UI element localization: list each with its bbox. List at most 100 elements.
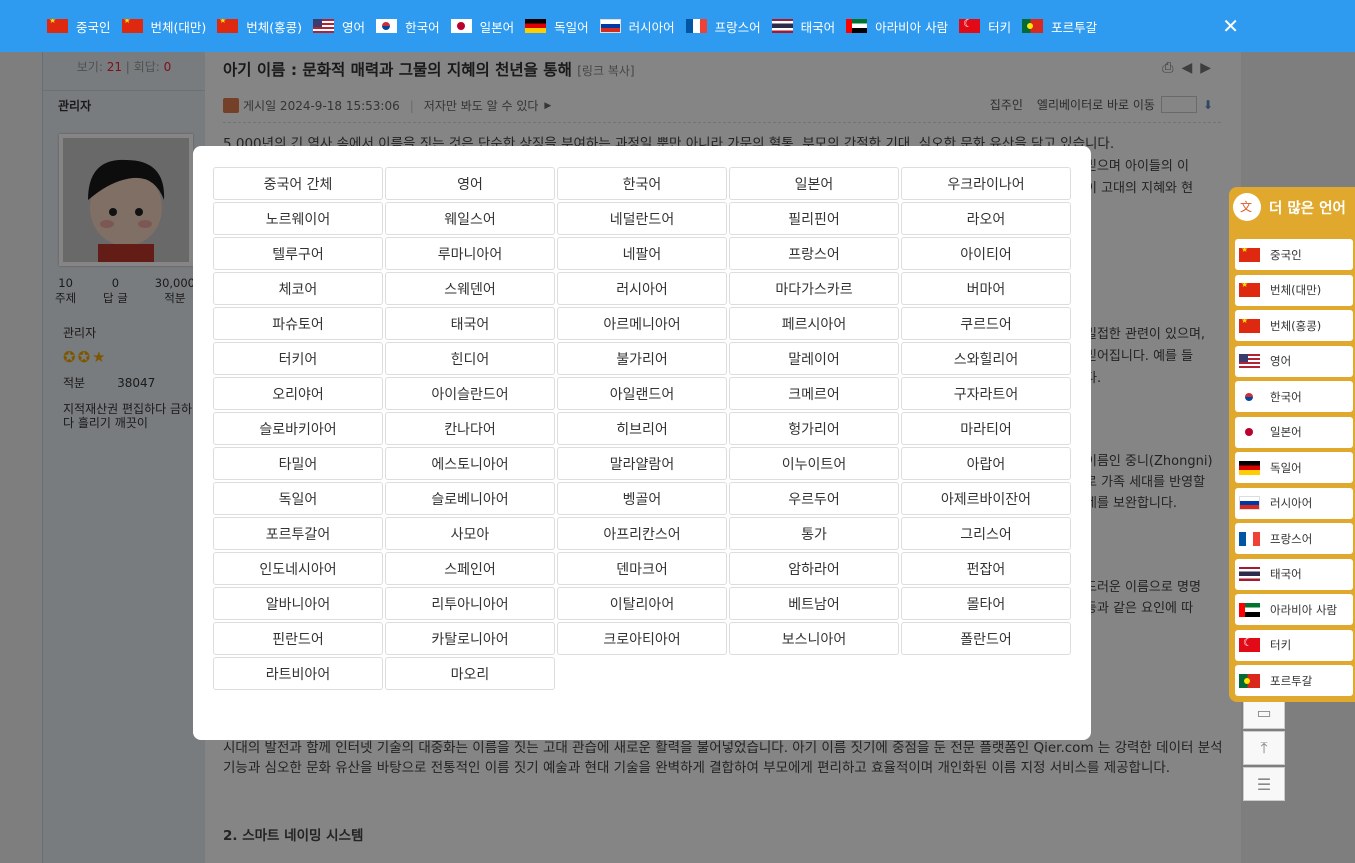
language-option-button[interactable]: 인도네시아어 bbox=[213, 552, 383, 585]
language-option-button[interactable]: 노르웨이어 bbox=[213, 202, 383, 235]
language-option-button[interactable]: 터키어 bbox=[213, 342, 383, 375]
topbar-language-item[interactable]: 번체(대만) bbox=[121, 17, 206, 36]
topbar-language-item[interactable]: 일본어 bbox=[450, 17, 514, 36]
language-option-button[interactable]: 통가 bbox=[729, 517, 899, 550]
language-option-button[interactable]: 스웨덴어 bbox=[385, 272, 555, 305]
language-option-button[interactable]: 파슈토어 bbox=[213, 307, 383, 340]
language-option-button[interactable]: 아르메니아어 bbox=[557, 307, 727, 340]
language-option-button[interactable]: 덴마크어 bbox=[557, 552, 727, 585]
language-option-button[interactable]: 스와힐리어 bbox=[901, 342, 1071, 375]
back-to-top-icon[interactable]: ⤒ bbox=[1243, 731, 1285, 765]
language-option-button[interactable]: 에스토니아어 bbox=[385, 447, 555, 480]
side-language-item[interactable]: 영어 bbox=[1235, 345, 1353, 377]
side-language-item[interactable]: 터키 bbox=[1235, 629, 1353, 661]
language-option-button[interactable]: 태국어 bbox=[385, 307, 555, 340]
language-option-button[interactable]: 폴란드어 bbox=[901, 622, 1071, 655]
language-option-button[interactable]: 아일랜드어 bbox=[557, 377, 727, 410]
language-option-button[interactable]: 버마어 bbox=[901, 272, 1071, 305]
language-option-button[interactable]: 말레이어 bbox=[729, 342, 899, 375]
side-language-item[interactable]: 프랑스어 bbox=[1235, 523, 1353, 554]
language-option-button[interactable]: 영어 bbox=[385, 167, 555, 200]
language-option-button[interactable]: 히브리어 bbox=[557, 412, 727, 445]
language-option-button[interactable]: 칸나다어 bbox=[385, 412, 555, 445]
language-option-button[interactable]: 필리핀어 bbox=[729, 202, 899, 235]
side-language-item[interactable]: 중국인 bbox=[1235, 239, 1353, 270]
list-icon[interactable]: ☰ bbox=[1243, 767, 1285, 801]
side-language-item[interactable]: 한국어 bbox=[1235, 381, 1353, 412]
language-option-button[interactable]: 라오어 bbox=[901, 202, 1071, 235]
more-languages-header[interactable]: 더 많은 언어 bbox=[1229, 187, 1355, 227]
language-option-button[interactable]: 아랍어 bbox=[901, 447, 1071, 480]
language-option-button[interactable]: 페르시아어 bbox=[729, 307, 899, 340]
language-option-button[interactable]: 러시아어 bbox=[557, 272, 727, 305]
language-option-button[interactable]: 알바니아어 bbox=[213, 587, 383, 620]
close-language-bar-button[interactable]: ✕ bbox=[1222, 14, 1239, 38]
topbar-language-item[interactable]: 러시아어 bbox=[599, 17, 675, 36]
language-option-button[interactable]: 루마니아어 bbox=[385, 237, 555, 270]
topbar-language-item[interactable]: 포르투갈 bbox=[1022, 17, 1097, 36]
language-option-button[interactable]: 텔루구어 bbox=[213, 237, 383, 270]
topbar-language-item[interactable]: 한국어 bbox=[376, 17, 440, 36]
language-option-button[interactable]: 프랑스어 bbox=[729, 237, 899, 270]
topbar-language-item[interactable]: 태국어 bbox=[771, 17, 835, 36]
language-option-button[interactable]: 네팔어 bbox=[557, 237, 727, 270]
language-option-button[interactable]: 펀잡어 bbox=[901, 552, 1071, 585]
language-option-button[interactable]: 독일어 bbox=[213, 482, 383, 515]
language-option-button[interactable]: 구자라트어 bbox=[901, 377, 1071, 410]
language-option-button[interactable]: 크로아티아어 bbox=[557, 622, 727, 655]
language-option-button[interactable]: 사모아 bbox=[385, 517, 555, 550]
side-language-item[interactable]: 포르투갈 bbox=[1235, 665, 1353, 696]
language-option-button[interactable]: 베트남어 bbox=[729, 587, 899, 620]
topbar-language-item[interactable]: 프랑스어 bbox=[685, 17, 761, 36]
language-option-button[interactable]: 우르두어 bbox=[729, 482, 899, 515]
side-language-item[interactable]: 독일어 bbox=[1235, 452, 1353, 483]
side-language-item[interactable]: 태국어 bbox=[1235, 558, 1353, 590]
language-option-button[interactable]: 웨일스어 bbox=[385, 202, 555, 235]
language-option-button[interactable]: 네덜란드어 bbox=[557, 202, 727, 235]
language-option-button[interactable]: 헝가리어 bbox=[729, 412, 899, 445]
language-option-button[interactable]: 이누이트어 bbox=[729, 447, 899, 480]
language-option-button[interactable]: 슬로베니아어 bbox=[385, 482, 555, 515]
language-option-button[interactable]: 한국어 bbox=[557, 167, 727, 200]
language-option-button[interactable]: 포르투갈어 bbox=[213, 517, 383, 550]
side-language-item[interactable]: 번체(홍콩) bbox=[1235, 310, 1353, 341]
language-option-button[interactable]: 마라티어 bbox=[901, 412, 1071, 445]
language-option-button[interactable]: 스페인어 bbox=[385, 552, 555, 585]
side-language-item[interactable]: 아라비아 사람 bbox=[1235, 594, 1353, 625]
language-option-button[interactable]: 핀란드어 bbox=[213, 622, 383, 655]
language-option-button[interactable]: 아제르바이잔어 bbox=[901, 482, 1071, 515]
language-option-button[interactable]: 말라얄람어 bbox=[557, 447, 727, 480]
language-option-button[interactable]: 벵골어 bbox=[557, 482, 727, 515]
language-option-button[interactable]: 타밀어 bbox=[213, 447, 383, 480]
topbar-language-item[interactable]: 중국인 bbox=[47, 17, 111, 36]
language-option-button[interactable]: 슬로바키아어 bbox=[213, 412, 383, 445]
language-option-button[interactable]: 암하라어 bbox=[729, 552, 899, 585]
side-language-item[interactable]: 러시아어 bbox=[1235, 487, 1353, 519]
side-language-item[interactable]: 일본어 bbox=[1235, 416, 1353, 448]
language-option-button[interactable]: 아이티어 bbox=[901, 237, 1071, 270]
side-language-item[interactable]: 번체(대만) bbox=[1235, 274, 1353, 306]
language-option-button[interactable]: 힌디어 bbox=[385, 342, 555, 375]
language-option-button[interactable]: 중국어 간체 bbox=[213, 167, 383, 200]
language-option-button[interactable]: 이탈리아어 bbox=[557, 587, 727, 620]
language-option-button[interactable]: 마오리 bbox=[385, 657, 555, 690]
topbar-language-item[interactable]: 터키 bbox=[959, 17, 1011, 36]
language-option-button[interactable]: 리투아니아어 bbox=[385, 587, 555, 620]
language-option-button[interactable]: 보스니아어 bbox=[729, 622, 899, 655]
language-option-button[interactable]: 아프리칸스어 bbox=[557, 517, 727, 550]
topbar-language-item[interactable]: 독일어 bbox=[525, 17, 589, 36]
language-option-button[interactable]: 체코어 bbox=[213, 272, 383, 305]
language-option-button[interactable]: 마다가스카르 bbox=[729, 272, 899, 305]
language-option-button[interactable]: 카탈로니아어 bbox=[385, 622, 555, 655]
topbar-language-item[interactable]: 아라비아 사람 bbox=[846, 17, 948, 36]
language-option-button[interactable]: 아이슬란드어 bbox=[385, 377, 555, 410]
language-option-button[interactable]: 일본어 bbox=[729, 167, 899, 200]
topbar-language-item[interactable]: 번체(홍콩) bbox=[217, 17, 302, 36]
language-option-button[interactable]: 오리야어 bbox=[213, 377, 383, 410]
language-option-button[interactable]: 불가리어 bbox=[557, 342, 727, 375]
language-option-button[interactable]: 크메르어 bbox=[729, 377, 899, 410]
topbar-language-item[interactable]: 영어 bbox=[313, 17, 365, 36]
language-option-button[interactable]: 우크라이나어 bbox=[901, 167, 1071, 200]
language-option-button[interactable]: 그리스어 bbox=[901, 517, 1071, 550]
language-option-button[interactable]: 쿠르드어 bbox=[901, 307, 1071, 340]
